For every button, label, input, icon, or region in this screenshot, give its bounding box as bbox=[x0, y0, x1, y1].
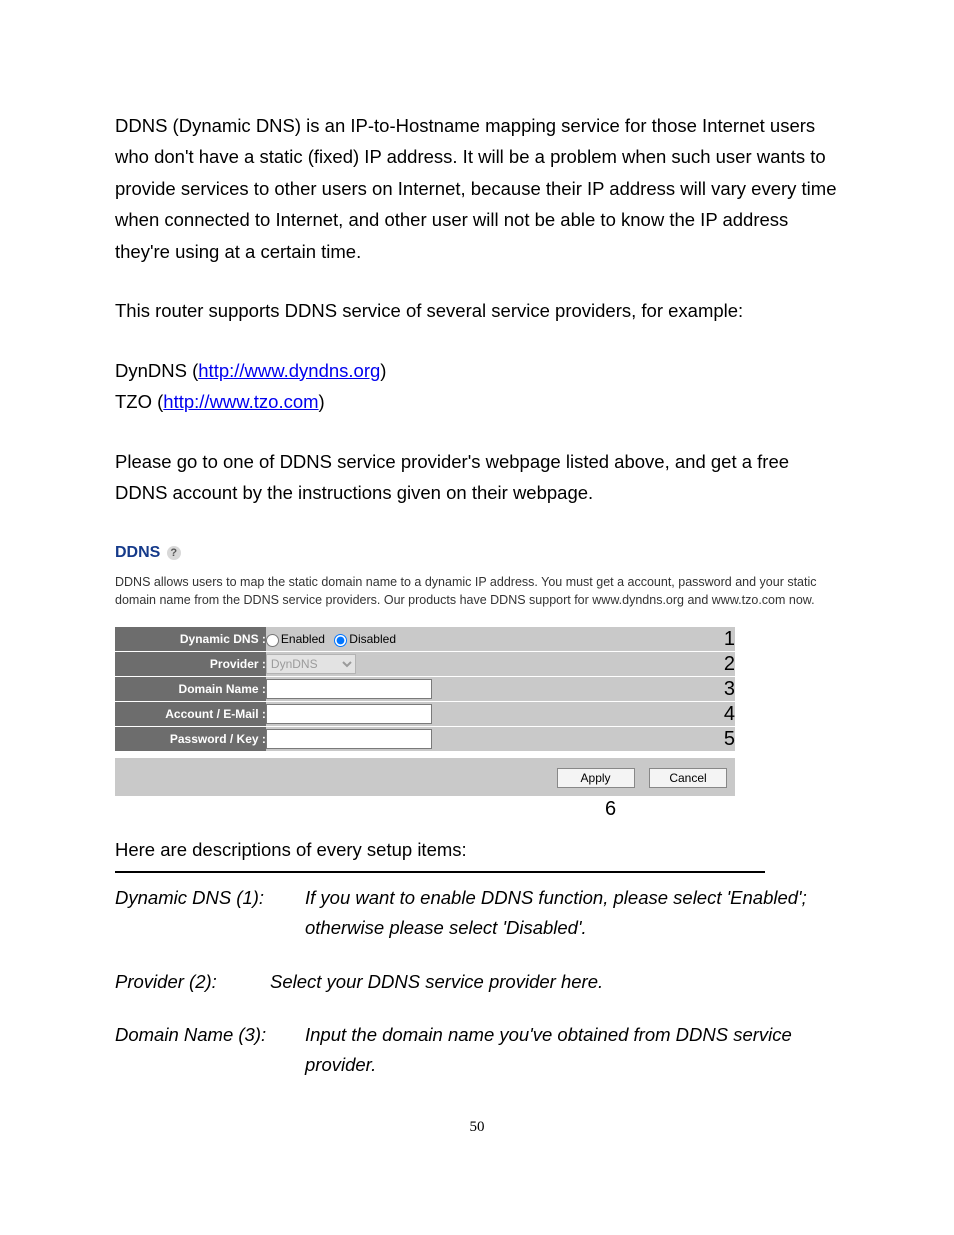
desc-row-1: Dynamic DNS (1): If you want to enable D… bbox=[115, 883, 839, 942]
desc-label-2: Provider (2): bbox=[115, 967, 270, 997]
apply-button[interactable]: Apply bbox=[557, 768, 635, 788]
row-account: Account / E-Mail : 4 bbox=[115, 702, 735, 727]
radio-enabled[interactable] bbox=[266, 634, 279, 647]
label-dynamic-dns: Dynamic DNS : bbox=[115, 627, 266, 652]
callout-1: 1 bbox=[572, 627, 735, 652]
row-provider: Provider : DynDNS 2 bbox=[115, 652, 735, 677]
tzo-prefix: TZO ( bbox=[115, 391, 163, 412]
help-icon[interactable]: ? bbox=[167, 546, 181, 560]
desc-label-3: Domain Name (3): bbox=[115, 1020, 305, 1079]
dyndns-link[interactable]: http://www.dyndns.org bbox=[198, 360, 380, 381]
row-domain-name: Domain Name : 3 bbox=[115, 677, 735, 702]
descriptions-intro: Here are descriptions of every setup ite… bbox=[115, 839, 839, 861]
callout-6: 6 bbox=[605, 798, 839, 821]
instruction-paragraph: Please go to one of DDNS service provide… bbox=[115, 446, 839, 509]
callout-5: 5 bbox=[572, 727, 735, 752]
account-input[interactable] bbox=[266, 704, 432, 724]
desc-text-1: If you want to enable DDNS function, ple… bbox=[305, 883, 839, 942]
row-password: Password / Key : 5 bbox=[115, 727, 735, 752]
panel-title: DDNS ? bbox=[115, 536, 839, 566]
divider bbox=[115, 871, 765, 873]
page-number: 50 bbox=[115, 1119, 839, 1136]
panel-description: DDNS allows users to map the static doma… bbox=[115, 574, 839, 609]
desc-label-1: Dynamic DNS (1): bbox=[115, 883, 305, 942]
panel-title-text: DDNS bbox=[115, 544, 160, 561]
intro-paragraph: DDNS (Dynamic DNS) is an IP-to-Hostname … bbox=[115, 110, 839, 267]
callout-4: 4 bbox=[572, 702, 735, 727]
radio-disabled-label: Disabled bbox=[349, 632, 396, 646]
button-row: Apply Cancel bbox=[115, 758, 735, 796]
form-table: Dynamic DNS : Enabled Disabled 1 Provide… bbox=[115, 627, 735, 752]
label-provider: Provider : bbox=[115, 652, 266, 677]
tzo-suffix: ) bbox=[319, 391, 325, 412]
label-domain-name: Domain Name : bbox=[115, 677, 266, 702]
support-paragraph: This router supports DDNS service of sev… bbox=[115, 295, 839, 326]
callout-3: 3 bbox=[572, 677, 735, 702]
row-dynamic-dns: Dynamic DNS : Enabled Disabled 1 bbox=[115, 627, 735, 652]
domain-name-input[interactable] bbox=[266, 679, 432, 699]
desc-row-2: Provider (2): Select your DDNS service p… bbox=[115, 967, 839, 997]
ddns-config-panel: DDNS ? DDNS allows users to map the stat… bbox=[115, 536, 839, 821]
radio-disabled[interactable] bbox=[334, 634, 347, 647]
desc-text-2: Select your DDNS service provider here. bbox=[270, 967, 839, 997]
provider-line-2: TZO (http://www.tzo.com) bbox=[115, 386, 839, 417]
provider-line-1: DynDNS (http://www.dyndns.org) bbox=[115, 355, 839, 386]
cancel-button[interactable]: Cancel bbox=[649, 768, 727, 788]
password-input[interactable] bbox=[266, 729, 432, 749]
desc-text-3: Input the domain name you've obtained fr… bbox=[305, 1020, 839, 1079]
label-account: Account / E-Mail : bbox=[115, 702, 266, 727]
dyndns-suffix: ) bbox=[380, 360, 386, 381]
radio-enabled-label: Enabled bbox=[281, 632, 325, 646]
dyndns-prefix: DynDNS ( bbox=[115, 360, 198, 381]
provider-select[interactable]: DynDNS bbox=[266, 654, 356, 674]
tzo-link[interactable]: http://www.tzo.com bbox=[163, 391, 318, 412]
label-password: Password / Key : bbox=[115, 727, 266, 752]
desc-row-3: Domain Name (3): Input the domain name y… bbox=[115, 1020, 839, 1079]
callout-2: 2 bbox=[572, 652, 735, 677]
